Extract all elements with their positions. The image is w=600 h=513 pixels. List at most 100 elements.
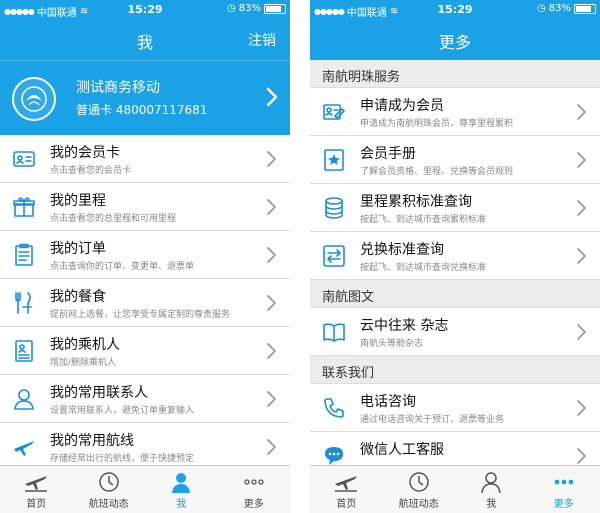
item-title: 我的餐食 — [50, 289, 106, 305]
chevron-right-icon — [577, 152, 586, 168]
chevron-right-icon — [267, 343, 276, 359]
nav-bar: 我 注销 — [0, 20, 290, 60]
list-item-apply-member[interactable]: 申请成为会员 申请成为南航明珠会员，尊享里程累积 — [310, 88, 600, 136]
list-item-meals[interactable]: 我的餐食 提前网上选餐，让您享受专属定制的尊贵服务 — [0, 279, 290, 327]
battery-icon — [264, 3, 286, 14]
battery-percent: 83% — [548, 3, 571, 14]
media-list: 云中往来 杂志 南航头等舱杂志 — [310, 308, 600, 356]
tab-home[interactable]: 首页 — [0, 466, 73, 513]
list-item-phone-consult[interactable]: 电话咨询 通过电话咨询关于预订、退票等业务 — [310, 384, 600, 432]
tab-flight-status[interactable]: 航班动态 — [383, 466, 456, 513]
tab-label: 首页 — [336, 499, 357, 510]
tab-label: 航班动态 — [88, 499, 129, 510]
section-header: 联系我们 — [310, 356, 600, 384]
chevron-right-icon — [577, 104, 586, 120]
tab-flight-status[interactable]: 航班动态 — [73, 466, 146, 513]
item-subtitle: 点击查看您的会员卡 — [50, 166, 132, 176]
item-title: 微信人工客服 — [360, 442, 444, 458]
battery-icon — [574, 3, 596, 14]
item-title: 申请成为会员 — [360, 98, 444, 114]
coin-stack-icon — [325, 197, 343, 219]
tab-label: 我 — [176, 499, 187, 510]
tab-more[interactable]: 更多 — [218, 466, 291, 513]
item-title: 我的订单 — [50, 241, 106, 257]
exchange-arrows-icon — [323, 245, 345, 267]
chevron-right-icon — [267, 295, 276, 311]
person-icon — [481, 472, 501, 493]
pearl-service-list: 申请成为会员 申请成为南航明珠会员，尊享里程累积 会员手册 了解会员资格、里程、… — [310, 88, 600, 280]
clock-icon — [409, 472, 429, 492]
open-book-icon — [323, 323, 345, 342]
tab-bar: 首页 航班动态 我 更多 — [0, 465, 290, 513]
list-item-passengers[interactable]: 我的乘机人 增加/删除乘机人 — [0, 327, 290, 375]
item-subtitle: 通过电话咨询关于预订、退票等业务 — [360, 415, 505, 425]
section-header: 南航图文 — [310, 280, 600, 308]
item-subtitle: 南航头等舱杂志 — [360, 339, 424, 349]
chevron-right-icon — [577, 200, 586, 216]
tab-more[interactable]: 更多 — [528, 466, 600, 513]
tab-label: 更多 — [553, 499, 574, 510]
avatar — [12, 77, 56, 121]
alarm-icon: ◷ — [537, 3, 546, 14]
page-title: 更多 — [438, 33, 471, 52]
item-title: 云中往来 杂志 — [360, 318, 449, 334]
item-subtitle: 提前网上选餐，让您享受专属定制的尊贵服务 — [50, 310, 231, 320]
list-item-mileage[interactable]: 我的里程 点击查看您的总里程和可用里程 — [0, 183, 290, 231]
phone-icon — [324, 398, 344, 418]
tab-me[interactable]: 我 — [455, 466, 528, 513]
battery-percent: 83% — [238, 3, 261, 14]
item-subtitle: 了解会员资格、里程、兑换等会员规则 — [360, 167, 514, 177]
item-subtitle: 点击查询你的订单、变更单、退票单 — [50, 262, 195, 272]
item-subtitle: 申请成为南航明珠会员，尊享里程累积 — [360, 119, 514, 129]
chevron-right-icon — [577, 324, 586, 340]
phone-screen-more: ●●●●● 中国联通 ≋ 15:29 ◷ 83% 更多 南航明珠服务 申请成为会员 申… — [310, 0, 600, 513]
item-subtitle: 按起飞、到达城市查询兑换标准 — [360, 263, 487, 273]
list-item-redemption-standard[interactable]: 兑换标准查询 按起飞、到达城市查询兑换标准 — [310, 232, 600, 280]
nav-bar: 更多 — [310, 20, 600, 60]
tab-label: 我 — [486, 499, 497, 510]
status-bar: ●●●●● 中国联通 ≋ 15:29 ◷ 83% — [310, 0, 600, 20]
phone-screen-me: ●●●●● 中国联通 ≋ 15:29 ◷ 83% 我 注销 测试商务移动 普通卡 48… — [0, 0, 290, 513]
profile-name: 测试商务移动 — [76, 80, 160, 96]
clipboard-icon — [15, 243, 33, 266]
apply-member-icon — [323, 104, 345, 120]
item-title: 会员手册 — [360, 146, 416, 162]
gift-icon — [13, 197, 35, 217]
chevron-right-icon — [267, 247, 276, 263]
tab-label: 首页 — [26, 499, 47, 510]
chevron-right-icon — [266, 87, 278, 107]
list-item-member-handbook[interactable]: 会员手册 了解会员资格、里程、兑换等会员规则 — [310, 136, 600, 184]
clock-icon — [99, 472, 119, 492]
list-item-contacts[interactable]: 我的常用联系人 设置常用联系人，避免订单重复输入 — [0, 375, 290, 423]
chevron-right-icon — [267, 151, 276, 167]
star-book-icon — [324, 149, 344, 171]
item-title: 兑换标准查询 — [360, 242, 444, 258]
item-subtitle: 点击查看您的总里程和可用里程 — [50, 214, 177, 224]
tab-me[interactable]: 我 — [145, 466, 218, 513]
profile-card-number: 普通卡 480007117681 — [76, 103, 208, 117]
status-bar: ●●●●● 中国联通 ≋ 15:29 ◷ 83% — [0, 0, 290, 20]
member-card-icon — [13, 151, 35, 167]
item-title: 我的乘机人 — [50, 337, 120, 353]
list-item-routes[interactable]: 我的常用航线 存储经常出行的航线，便于快捷预定 — [0, 423, 290, 471]
section-header: 南航明珠服务 — [310, 60, 600, 88]
tab-label: 航班动态 — [398, 499, 439, 510]
item-title: 电话咨询 — [360, 394, 416, 410]
tab-home[interactable]: 首页 — [310, 466, 383, 513]
person-icon — [172, 473, 191, 493]
chevron-right-icon — [267, 439, 276, 455]
chevron-right-icon — [267, 391, 276, 407]
item-subtitle: 按起飞、到达城市查询累积标准 — [360, 215, 487, 225]
list-item-member-card[interactable]: 我的会员卡 点击查看您的会员卡 — [0, 135, 290, 183]
home-plane-icon — [335, 476, 358, 492]
item-title: 我的会员卡 — [50, 145, 120, 161]
profile-header[interactable]: 测试商务移动 普通卡 480007117681 — [0, 60, 290, 135]
item-title: 我的常用航线 — [50, 433, 134, 449]
logout-button[interactable]: 注销 — [248, 30, 276, 50]
list-item-magazine[interactable]: 云中往来 杂志 南航头等舱杂志 — [310, 308, 600, 356]
chevron-right-icon — [577, 400, 586, 416]
list-item-accrual-standard[interactable]: 里程累积标准查询 按起飞、到达城市查询累积标准 — [310, 184, 600, 232]
chevron-right-icon — [267, 199, 276, 215]
airline-logo-icon — [21, 86, 47, 112]
list-item-orders[interactable]: 我的订单 点击查询你的订单、变更单、退票单 — [0, 231, 290, 279]
